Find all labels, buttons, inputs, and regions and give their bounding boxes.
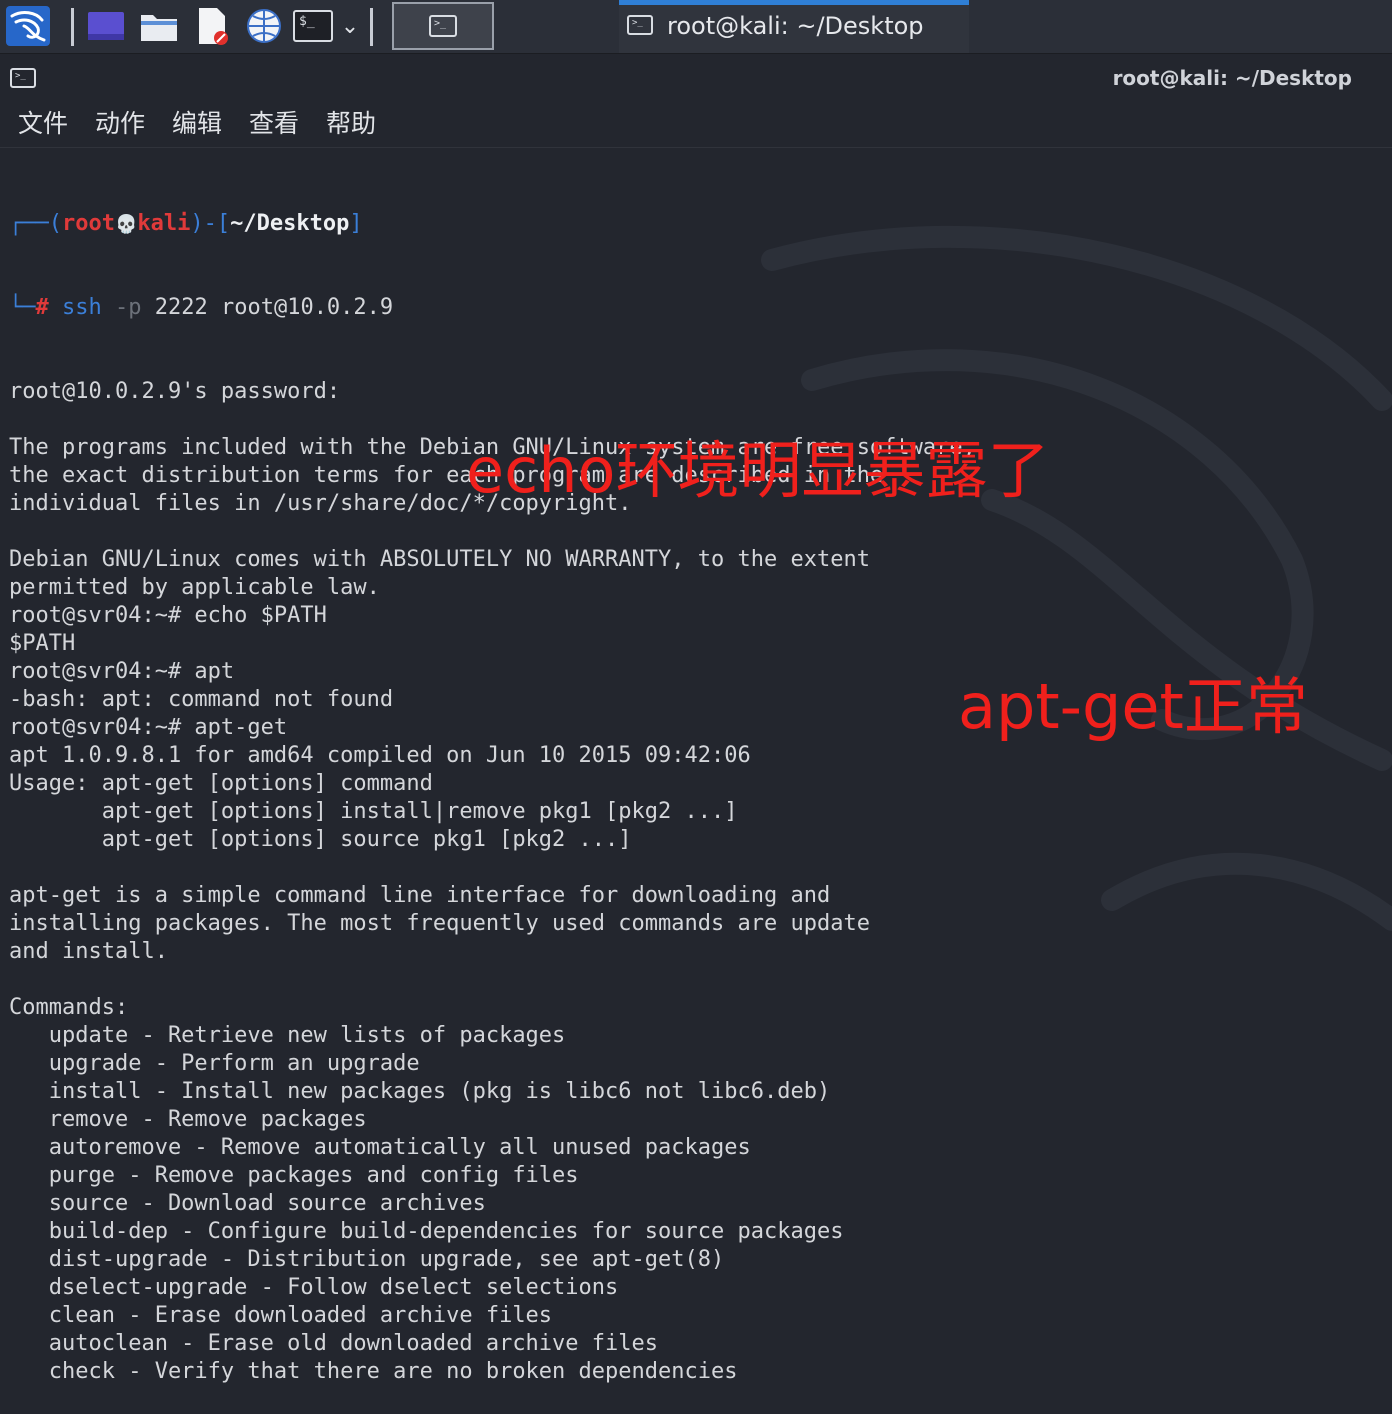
terminal-line: apt-get [options] source pkg1 [pkg2 ...] <box>9 827 632 852</box>
prompt-corner: └─ <box>9 295 36 320</box>
terminal-line: Usage: apt-get [options] command <box>9 771 433 796</box>
window-title: root@kali: ~/Desktop <box>1112 66 1352 90</box>
terminal-line: permitted by applicable law. <box>9 575 380 600</box>
prompt-line-2: └─# ssh -p 2222 root@10.0.2.9 <box>9 294 1379 322</box>
prompt-open: ┌──( <box>9 211 62 236</box>
taskbar-separator <box>71 8 74 46</box>
terminal-line: source - Download source archives <box>9 1191 486 1216</box>
menu-view[interactable]: 查看 <box>249 108 299 140</box>
skull-icon: 💀 <box>114 214 138 235</box>
terminal-line: root@10.0.2.9's password: <box>9 379 341 404</box>
terminal-line: Debian GNU/Linux comes with ABSOLUTELY N… <box>9 547 870 572</box>
task-active-indicator <box>619 0 969 5</box>
terminal-line: root@svr04:~# echo $PATH <box>9 603 327 628</box>
menu-edit[interactable]: 编辑 <box>172 108 222 140</box>
taskbar-separator <box>370 8 373 46</box>
terminal-line: check - Verify that there are no broken … <box>9 1359 738 1384</box>
command-flag: -p <box>115 295 142 320</box>
dropdown-icon[interactable]: ⌄ <box>338 6 362 46</box>
window-titlebar: >_ root@kali: ~/Desktop <box>0 54 1392 100</box>
prompt-hash: # <box>35 295 49 320</box>
terminal-line: autoclean - Erase old downloaded archive… <box>9 1331 659 1356</box>
workspace-icon[interactable] <box>86 6 126 46</box>
annotation-aptget: apt-get正常 <box>958 670 1308 743</box>
terminal-line: install - Install new packages (pkg is l… <box>9 1079 831 1104</box>
active-terminal-button[interactable]: >_ <box>392 2 494 50</box>
terminal-line: apt-get [options] install|remove pkg1 [p… <box>9 799 738 824</box>
terminal-line: autoremove - Remove automatically all un… <box>9 1135 751 1160</box>
task-terminal-icon: >_ <box>627 15 653 35</box>
terminal-line: update - Retrieve new lists of packages <box>9 1023 566 1048</box>
terminal-line: Commands: <box>9 995 129 1020</box>
terminal-line: upgrade - Perform an upgrade <box>9 1051 420 1076</box>
menu-divider <box>0 147 1392 148</box>
browser-icon[interactable] <box>244 6 284 46</box>
terminal-line: installing packages. The most frequently… <box>9 911 870 936</box>
menu-action[interactable]: 动作 <box>95 108 145 140</box>
kali-menu-icon[interactable] <box>4 6 52 46</box>
command-args: 2222 root@10.0.2.9 <box>154 295 394 320</box>
terminal-line: $PATH <box>9 631 76 656</box>
terminal-line: purge - Remove packages and config files <box>9 1163 579 1188</box>
menu-help[interactable]: 帮助 <box>326 108 376 140</box>
prompt-user: root <box>61 211 115 236</box>
terminal-line: clean - Erase downloaded archive files <box>9 1303 553 1328</box>
terminal-line: apt-get is a simple command line interfa… <box>9 883 831 908</box>
prompt-directory: ~/Desktop <box>230 211 350 236</box>
prompt-line-1: ┌──(root💀kali)-[~/Desktop] <box>9 210 1379 238</box>
file-manager-icon[interactable] <box>138 6 180 46</box>
terminal-line: build-dep - Configure build-dependencies… <box>9 1219 844 1244</box>
active-terminal-icon: >_ <box>429 15 457 37</box>
terminal-line: dist-upgrade - Distribution upgrade, see… <box>9 1247 725 1272</box>
text-editor-icon[interactable] <box>192 6 232 46</box>
prompt-close: ] <box>349 211 363 236</box>
command-name: ssh <box>62 295 102 320</box>
menu-file[interactable]: 文件 <box>18 108 68 140</box>
terminal-line: dselect-upgrade - Follow dselect selecti… <box>9 1275 619 1300</box>
menu-bar: 文件 动作 编辑 查看 帮助 <box>0 100 1392 146</box>
terminal-icon[interactable]: $_ <box>292 6 334 46</box>
terminal-line: apt 1.0.9.8.1 for amd64 compiled on Jun … <box>9 743 751 768</box>
prompt-mid: )-[ <box>190 211 231 236</box>
window-terminal-icon: >_ <box>10 68 36 88</box>
prompt-host: kali <box>137 211 191 236</box>
task-label: root@kali: ~/Desktop <box>667 12 924 40</box>
terminal-line: remove - Remove packages <box>9 1107 367 1132</box>
taskbar-task-terminal[interactable]: >_ root@kali: ~/Desktop <box>619 0 969 53</box>
taskbar: $_ ⌄ >_ >_ root@kali: ~/Desktop <box>0 0 1392 54</box>
annotation-echo: echo环境明显暴露了 <box>466 434 1050 507</box>
terminal-line: and install. <box>9 939 168 964</box>
